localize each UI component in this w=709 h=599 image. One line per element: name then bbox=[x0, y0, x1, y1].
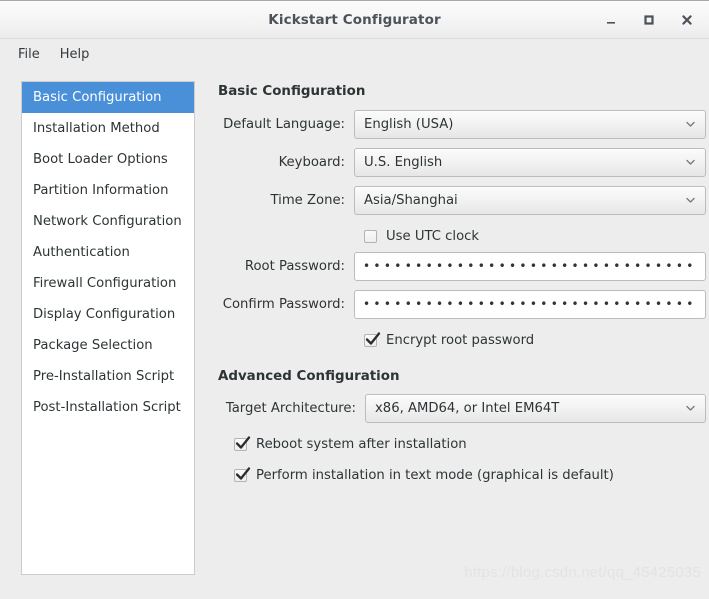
text-mode-installation-checkbox[interactable] bbox=[234, 466, 251, 482]
section-list[interactable]: Basic Configuration Installation Method … bbox=[21, 81, 195, 575]
body-area: Basic Configuration Installation Method … bbox=[0, 69, 709, 599]
text-mode-installation-label: Perform installation in text mode (graph… bbox=[256, 467, 614, 483]
window-controls bbox=[597, 1, 701, 38]
sidebar-item-basic-configuration[interactable]: Basic Configuration bbox=[22, 82, 194, 113]
reboot-after-installation-row[interactable]: Reboot system after installation bbox=[218, 431, 706, 457]
encrypt-root-password-row[interactable]: Encrypt root password bbox=[218, 327, 706, 353]
default-language-label: Default Language: bbox=[223, 116, 345, 132]
sidebar-item-label: Firewall Configuration bbox=[33, 276, 177, 291]
kickstart-configurator-window: Kickstart Configurator File Help Basic C… bbox=[0, 0, 709, 599]
chevron-down-icon bbox=[685, 195, 696, 206]
chevron-down-icon bbox=[685, 157, 696, 168]
time-zone-row: Time Zone: Asia/Shanghai bbox=[218, 185, 706, 215]
reboot-after-installation-checkbox[interactable] bbox=[234, 435, 251, 451]
encrypt-root-password-checkbox[interactable] bbox=[364, 331, 381, 347]
sidebar-item-label: Basic Configuration bbox=[33, 90, 162, 105]
target-architecture-value: x86, AMD64, or Intel EM64T bbox=[375, 400, 560, 416]
root-password-label: Root Password: bbox=[244, 258, 345, 274]
sidebar-item-label: Package Selection bbox=[33, 338, 153, 353]
time-zone-label: Time Zone: bbox=[270, 192, 345, 208]
menu-item-help[interactable]: Help bbox=[51, 44, 99, 65]
chevron-down-icon bbox=[685, 403, 696, 414]
close-button[interactable] bbox=[673, 7, 701, 33]
keyboard-value: U.S. English bbox=[364, 154, 443, 170]
sidebar-item-network-configuration[interactable]: Network Configuration bbox=[22, 206, 194, 237]
sidebar-item-label: Post-Installation Script bbox=[33, 400, 181, 415]
sidebar-item-label: Display Configuration bbox=[33, 307, 176, 322]
confirm-password-input[interactable]: •••••••••••••••••••••••••••••••• bbox=[354, 289, 706, 319]
sidebar-item-partition-information[interactable]: Partition Information bbox=[22, 175, 194, 206]
menubar: File Help bbox=[0, 39, 709, 69]
default-language-value: English (USA) bbox=[364, 116, 454, 132]
close-icon bbox=[681, 14, 693, 26]
root-password-row: Root Password: •••••••••••••••••••••••••… bbox=[218, 251, 706, 281]
default-language-select[interactable]: English (USA) bbox=[354, 109, 706, 139]
maximize-button[interactable] bbox=[635, 7, 663, 33]
use-utc-clock-row[interactable]: Use UTC clock bbox=[218, 223, 706, 249]
sidebar-item-label: Installation Method bbox=[33, 121, 160, 136]
sidebar-item-pre-installation-script[interactable]: Pre-Installation Script bbox=[22, 361, 194, 392]
sidebar-item-package-selection[interactable]: Package Selection bbox=[22, 330, 194, 361]
sidebar-item-label: Network Configuration bbox=[33, 214, 182, 229]
default-language-row: Default Language: English (USA) bbox=[218, 109, 706, 139]
target-architecture-select[interactable]: x86, AMD64, or Intel EM64T bbox=[365, 393, 706, 423]
watermark: https://blog.csdn.net/qq_45425035 bbox=[464, 564, 701, 581]
window-title: Kickstart Configurator bbox=[268, 11, 441, 28]
root-password-input[interactable]: •••••••••••••••••••••••••••••••• bbox=[354, 251, 706, 281]
basic-configuration-panel: Basic Configuration Default Language: En… bbox=[195, 81, 709, 599]
minimize-button[interactable] bbox=[597, 7, 625, 33]
checkmark-icon bbox=[233, 434, 252, 453]
sidebar-item-installation-method[interactable]: Installation Method bbox=[22, 113, 194, 144]
checkmark-icon bbox=[363, 330, 382, 349]
use-utc-clock-checkbox[interactable] bbox=[364, 229, 377, 243]
menu-item-file[interactable]: File bbox=[9, 44, 49, 65]
minimize-icon bbox=[605, 14, 617, 26]
confirm-password-row: Confirm Password: ••••••••••••••••••••••… bbox=[218, 289, 706, 319]
keyboard-label: Keyboard: bbox=[278, 154, 345, 170]
sidebar-item-authentication[interactable]: Authentication bbox=[22, 237, 194, 268]
maximize-icon bbox=[643, 14, 655, 26]
time-zone-select[interactable]: Asia/Shanghai bbox=[354, 185, 706, 215]
keyboard-row: Keyboard: U.S. English bbox=[218, 147, 706, 177]
checkmark-icon bbox=[233, 465, 252, 484]
advanced-configuration-heading: Advanced Configuration bbox=[218, 369, 400, 384]
encrypt-root-password-label: Encrypt root password bbox=[386, 332, 535, 348]
sidebar-item-firewall-configuration[interactable]: Firewall Configuration bbox=[22, 268, 194, 299]
time-zone-value: Asia/Shanghai bbox=[364, 192, 458, 208]
reboot-after-installation-label: Reboot system after installation bbox=[256, 436, 467, 452]
sidebar-item-label: Partition Information bbox=[33, 183, 169, 198]
basic-configuration-heading: Basic Configuration bbox=[218, 84, 366, 99]
sidebar-item-label: Authentication bbox=[33, 245, 130, 260]
keyboard-select[interactable]: U.S. English bbox=[354, 147, 706, 177]
sidebar-item-label: Pre-Installation Script bbox=[33, 369, 175, 384]
chevron-down-icon bbox=[685, 119, 696, 130]
target-architecture-label: Target Architecture: bbox=[225, 400, 356, 416]
text-mode-installation-row[interactable]: Perform installation in text mode (graph… bbox=[218, 462, 706, 488]
confirm-password-label: Confirm Password: bbox=[222, 296, 345, 312]
target-architecture-row: Target Architecture: x86, AMD64, or Inte… bbox=[218, 393, 706, 423]
titlebar: Kickstart Configurator bbox=[0, 1, 709, 39]
sidebar-item-label: Boot Loader Options bbox=[33, 152, 168, 167]
sidebar-item-display-configuration[interactable]: Display Configuration bbox=[22, 299, 194, 330]
sidebar-item-post-installation-script[interactable]: Post-Installation Script bbox=[22, 392, 194, 423]
use-utc-clock-label: Use UTC clock bbox=[386, 228, 480, 244]
sidebar-item-boot-loader-options[interactable]: Boot Loader Options bbox=[22, 144, 194, 175]
